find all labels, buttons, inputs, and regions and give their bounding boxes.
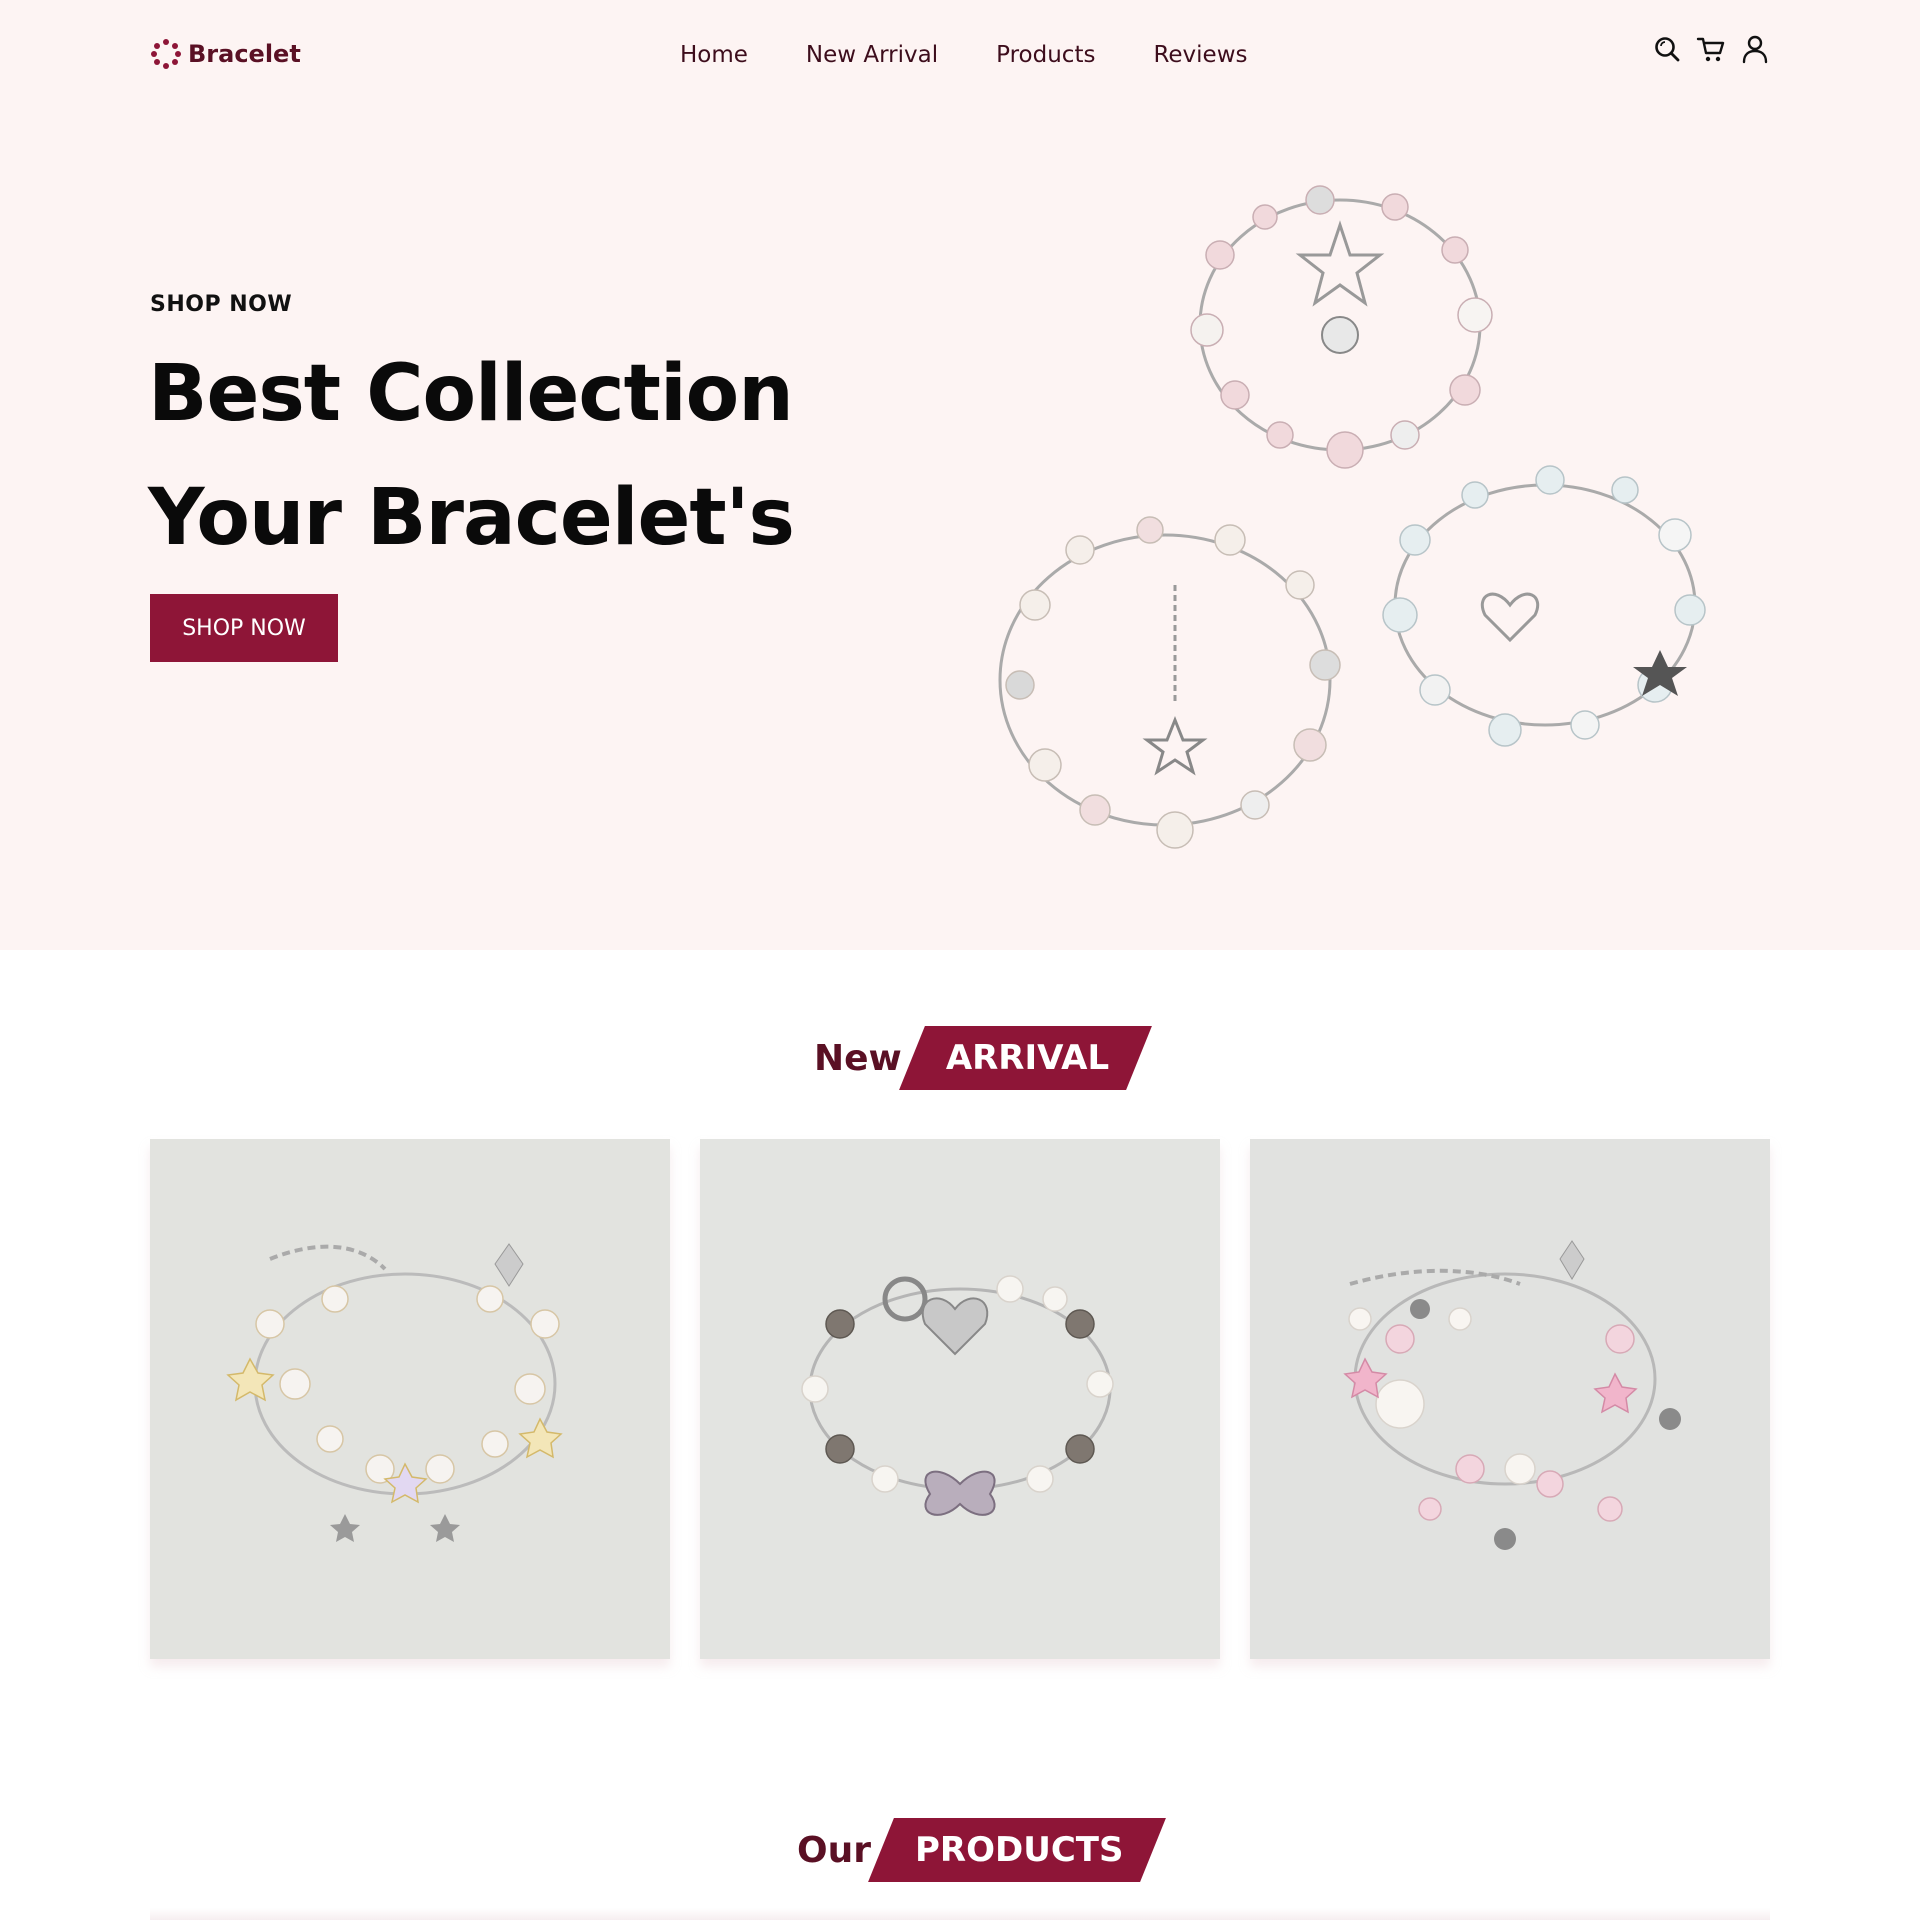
pink-flower-bracelet-image bbox=[1250, 1139, 1770, 1659]
hero-section: Bracelet Home New Arrival Products Revie… bbox=[0, 0, 1920, 950]
new-arrival-heading: New ARRIVAL bbox=[814, 1026, 1139, 1090]
new-arrival-grid bbox=[150, 1139, 1770, 1659]
products-section-edge bbox=[150, 1908, 1770, 1920]
shop-now-button[interactable]: SHOP NOW bbox=[150, 594, 338, 662]
hero-title: Best Collection Your Bracelet's bbox=[148, 332, 795, 580]
product-card[interactable] bbox=[1250, 1139, 1770, 1659]
nav-link-products[interactable]: Products bbox=[996, 42, 1095, 68]
hero-title-line-1: Best Collection bbox=[148, 349, 794, 439]
nav-link-reviews[interactable]: Reviews bbox=[1153, 42, 1247, 68]
bracelets-illustration bbox=[998, 185, 1706, 849]
new-arrival-heading-tag: ARRIVAL bbox=[912, 1026, 1139, 1090]
pearl-butterfly-bracelet-image bbox=[700, 1139, 1220, 1659]
hero-title-line-2: Your Bracelet's bbox=[148, 473, 795, 563]
hero-bracelets-image bbox=[975, 145, 1735, 875]
new-arrival-heading-tag-text: ARRIVAL bbox=[945, 1038, 1110, 1078]
products-heading-tag: PRODUCTS bbox=[881, 1818, 1153, 1882]
product-card[interactable] bbox=[150, 1139, 670, 1659]
products-heading: Our PRODUCTS bbox=[797, 1818, 1153, 1882]
product-card[interactable] bbox=[700, 1139, 1220, 1659]
cart-icon[interactable] bbox=[1696, 34, 1726, 64]
logo-dots-icon bbox=[150, 38, 182, 70]
hero-kicker: SHOP NOW bbox=[150, 292, 293, 317]
nav-icons bbox=[1652, 34, 1770, 64]
search-icon[interactable] bbox=[1652, 34, 1682, 64]
nav-link-home[interactable]: Home bbox=[680, 42, 748, 68]
star-crystal-bracelet-image bbox=[150, 1139, 670, 1659]
top-navbar: Bracelet Home New Arrival Products Revie… bbox=[150, 30, 1770, 80]
products-heading-tag-text: PRODUCTS bbox=[915, 1830, 1124, 1870]
user-icon[interactable] bbox=[1740, 34, 1770, 64]
brand-name: Bracelet bbox=[188, 40, 301, 68]
new-arrival-heading-plain: New bbox=[814, 1037, 902, 1079]
brand-logo[interactable]: Bracelet bbox=[150, 38, 301, 70]
products-heading-plain: Our bbox=[797, 1829, 871, 1871]
nav-links: Home New Arrival Products Reviews bbox=[680, 42, 1248, 68]
nav-link-new-arrival[interactable]: New Arrival bbox=[806, 42, 938, 68]
